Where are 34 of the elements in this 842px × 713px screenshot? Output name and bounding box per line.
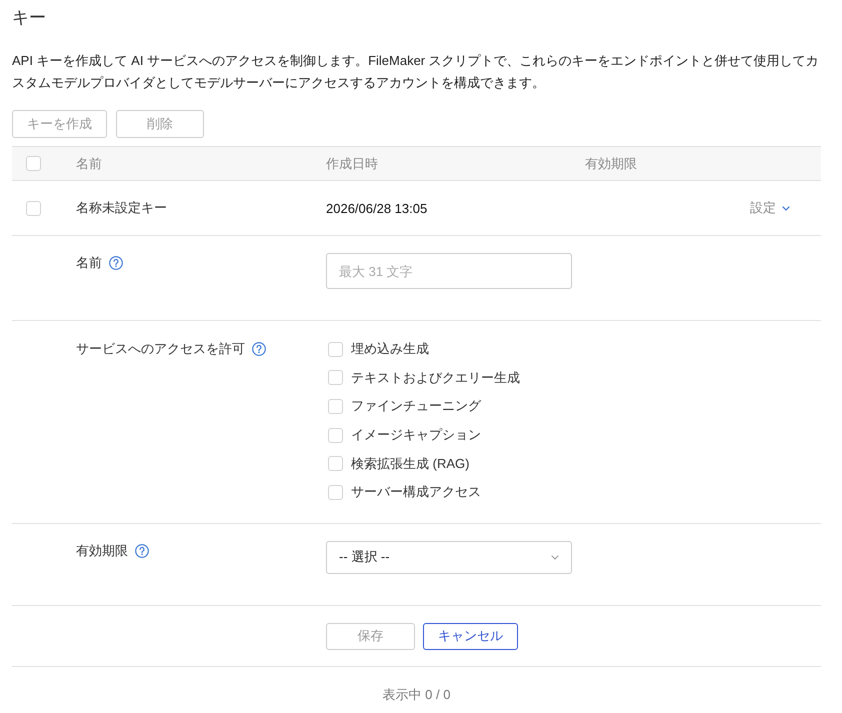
- help-icon[interactable]: [109, 256, 123, 270]
- pagination-status: 表示中 0 / 0: [382, 686, 450, 703]
- settings-toggle[interactable]: 設定: [750, 199, 790, 217]
- field-label: サービスへのアクセスを許可: [76, 340, 245, 358]
- checkbox[interactable]: [328, 456, 343, 472]
- checkbox-label[interactable]: ファインチューニング: [351, 397, 481, 416]
- description-text: API キーを作成して AI サービスへのアクセスを制御します。FileMaker スクリプトで、これらのキーをエンドポイントと併せて使用してカスタムモデルプロバイダとしてモデルサーバーにアクセスするアカウントを構成できます。: [12, 52, 820, 92]
- checkbox-label[interactable]: イメージキャプション: [351, 426, 481, 444]
- checkbox[interactable]: [328, 370, 343, 386]
- form-button[interactable]: キャンセル: [423, 622, 518, 650]
- checkbox[interactable]: [328, 484, 343, 500]
- checkbox[interactable]: [328, 428, 343, 443]
- checkbox[interactable]: [328, 398, 343, 414]
- checkbox[interactable]: [328, 342, 343, 357]
- table-cell-text: 名称未設定キー: [76, 199, 168, 217]
- checkbox-label[interactable]: 埋め込み生成: [351, 340, 429, 358]
- table-cell-text: 2026/06/28 13:05: [326, 200, 428, 216]
- checkbox-label[interactable]: 検索拡張生成 (RAG): [351, 454, 470, 473]
- checkbox-label[interactable]: サーバー構成アクセス: [351, 483, 481, 502]
- page-title: キー: [12, 7, 47, 29]
- select-all-checkbox[interactable]: [26, 156, 41, 171]
- field-label: 名前: [76, 254, 102, 272]
- checkbox-label[interactable]: テキストおよびクエリー生成: [351, 368, 520, 387]
- column-header: 名前: [76, 154, 103, 172]
- column-header: 作成日時: [326, 154, 379, 172]
- expiry-select[interactable]: -- 選択 --: [326, 540, 572, 574]
- name-input-field[interactable]: 最大 31 文字: [326, 253, 572, 289]
- help-icon[interactable]: [135, 544, 149, 558]
- column-header: 有効期限: [585, 154, 638, 172]
- help-icon[interactable]: [252, 342, 266, 356]
- chevron-down-icon: [551, 554, 559, 560]
- chevron-icon: [782, 206, 790, 210]
- row-checkbox[interactable]: [26, 200, 41, 216]
- field-label: 有効期限: [76, 542, 128, 560]
